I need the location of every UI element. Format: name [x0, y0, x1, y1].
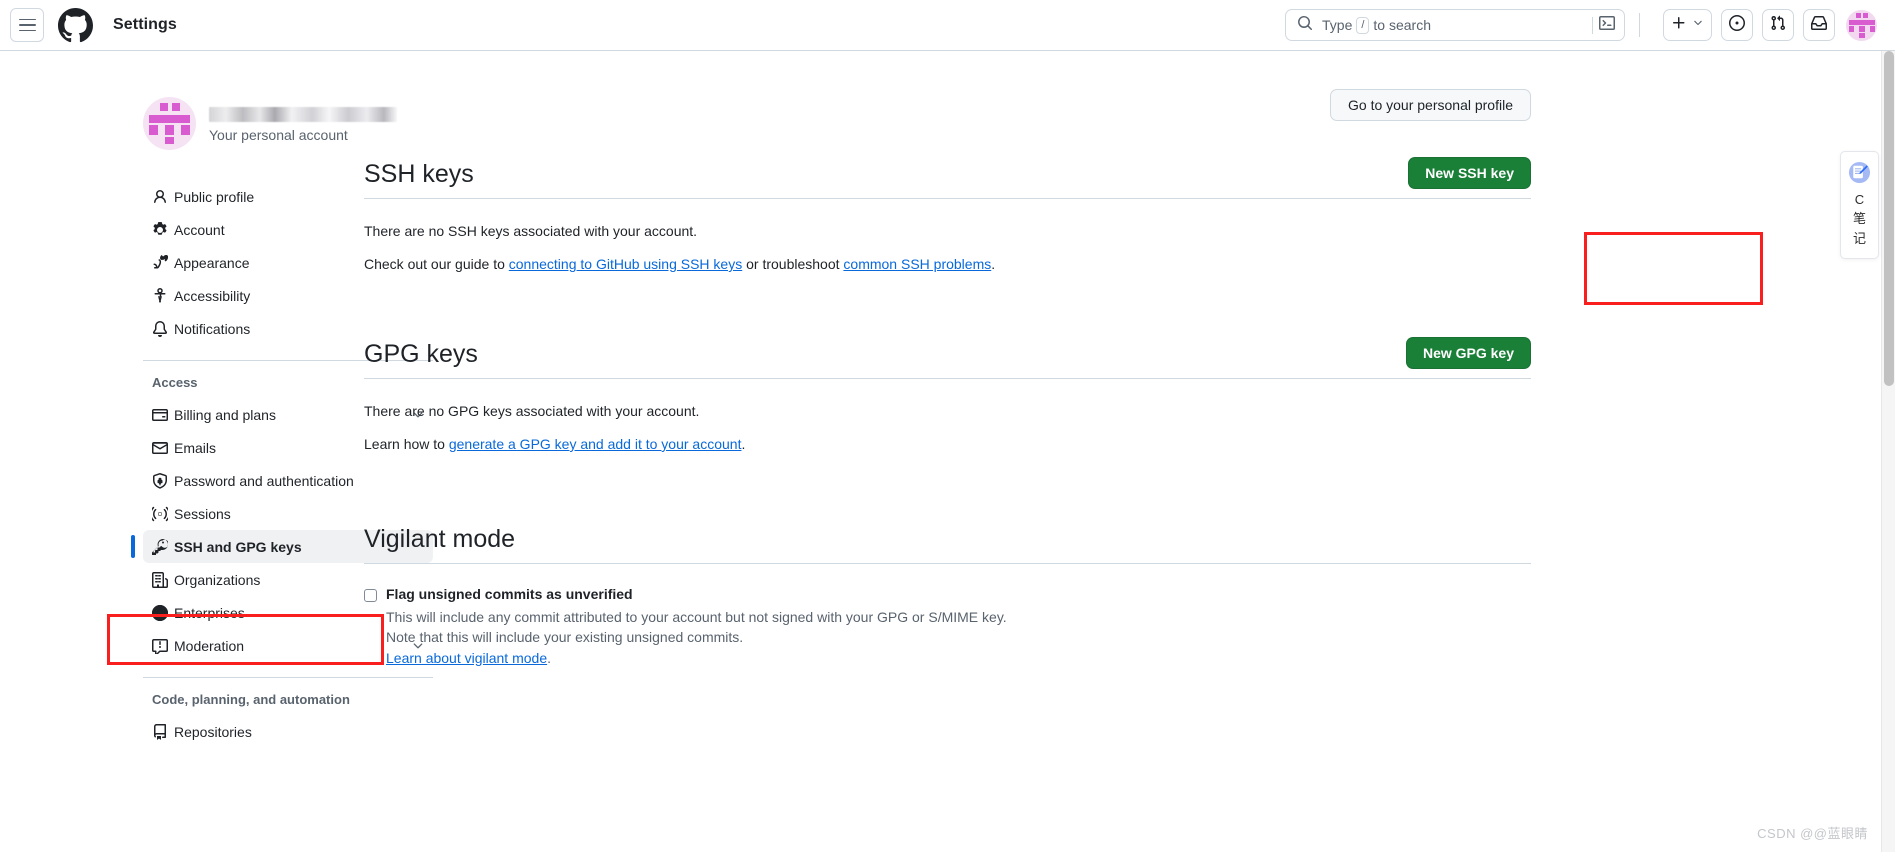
gpg-learn-prefix: Learn how to	[364, 436, 449, 452]
ssh-guide-text: Check out our guide to connecting to Git…	[364, 254, 1531, 275]
ssh-keys-body: There are no SSH keys associated with yo…	[364, 199, 1531, 275]
widget-label-line-2: 笔	[1852, 211, 1866, 227]
page-title: Settings	[113, 16, 177, 33]
terminal-icon[interactable]	[1599, 15, 1615, 36]
credit-card-icon	[152, 407, 174, 423]
vigilant-note-line-2: Note that this will include your existin…	[386, 629, 744, 646]
ssh-keys-title: SSH keys	[364, 160, 474, 188]
divider	[1592, 16, 1593, 34]
widget-label-line-3: 记	[1852, 230, 1866, 246]
hamburger-icon[interactable]	[10, 8, 44, 42]
avatar[interactable]	[1846, 9, 1877, 41]
search-icon	[1297, 15, 1313, 36]
accessibility-icon	[152, 287, 174, 304]
paintbrush-icon	[152, 254, 174, 271]
scrollbar-thumb[interactable]	[1884, 51, 1894, 386]
page-scrollbar[interactable]	[1881, 51, 1895, 852]
new-gpg-key-button[interactable]: New GPG key	[1405, 337, 1531, 369]
sidebar-group-title-code-planning-automation: Code, planning, and automation	[152, 692, 350, 707]
flag-unsigned-commits-label: Flag unsigned commits as unverified	[386, 586, 633, 602]
gpg-keys-section-header: GPG keys New GPG key	[364, 337, 1531, 379]
avatar[interactable]	[143, 97, 196, 150]
vigilant-mode-title: Vigilant mode	[364, 525, 516, 553]
plus-icon	[1671, 15, 1687, 36]
vigilant-mode-section-header: Vigilant mode	[364, 524, 1531, 564]
csdn-notes-widget[interactable]: C 笔 记	[1840, 151, 1879, 259]
page-body: Your personal account Public profile Acc…	[0, 51, 1895, 852]
profile-button-row: Go to your personal profile	[364, 89, 1531, 121]
notifications-inbox-button[interactable]	[1803, 9, 1835, 41]
go-to-personal-profile-button[interactable]: Go to your personal profile	[1330, 89, 1531, 121]
generate-gpg-key-link[interactable]: generate a GPG key and add it to your ac…	[449, 436, 742, 452]
ssh-guide-middle: or troubleshoot	[742, 256, 844, 272]
vigilant-mode-body: Flag unsigned commits as unverified This…	[364, 564, 1531, 668]
sidebar-group-title-access: Access	[152, 375, 198, 390]
gpg-keys-title: GPG keys	[364, 340, 478, 368]
widget-label-line-1: C	[1854, 192, 1865, 207]
ssh-guide-link[interactable]: connecting to GitHub using SSH keys	[509, 256, 742, 272]
ssh-guide-prefix: Check out our guide to	[364, 256, 509, 272]
github-logo-icon[interactable]	[58, 7, 93, 43]
slash-key-hint: /	[1356, 16, 1370, 34]
git-pull-request-icon	[1770, 15, 1786, 36]
organization-icon	[152, 571, 174, 588]
chevron-down-icon	[1692, 16, 1704, 34]
inbox-icon	[1811, 15, 1827, 36]
header-right-group: Type / to search	[1285, 9, 1877, 41]
shield-lock-icon	[152, 472, 174, 489]
user-avatar-identicon	[143, 97, 196, 150]
gpg-learn-text: Learn how to generate a GPG key and add …	[364, 434, 1531, 455]
vigilant-learn-row: Learn about vigilant mode.	[386, 648, 1007, 668]
vigilant-learn-suffix: .	[547, 649, 551, 666]
bell-icon	[152, 320, 174, 337]
ssh-empty-text: There are no SSH keys associated with yo…	[364, 223, 698, 239]
repo-icon	[152, 723, 174, 740]
app-header: Settings Type / to search	[0, 0, 1895, 51]
ssh-keys-section-header: SSH keys New SSH key	[364, 157, 1531, 199]
user-avatar-identicon	[1846, 10, 1877, 41]
main-content: Go to your personal profile SSH keys New…	[364, 51, 1895, 852]
search-placeholder: Type / to search	[1322, 16, 1432, 34]
vigilant-note-line-1: This will include any commit attributed …	[386, 609, 1007, 625]
gpg-learn-suffix: .	[741, 436, 746, 452]
common-ssh-problems-link[interactable]: common SSH problems	[843, 256, 991, 272]
note-pen-icon	[1848, 161, 1871, 189]
person-icon	[152, 189, 174, 205]
ssh-guide-suffix: .	[991, 256, 996, 272]
issues-button[interactable]	[1721, 9, 1753, 41]
mail-icon	[152, 440, 174, 456]
flag-unsigned-commits-checkbox[interactable]	[364, 589, 377, 602]
divider	[1639, 13, 1640, 37]
report-icon	[152, 638, 174, 654]
csdn-watermark: CSDN @@蓝眼睛	[1757, 826, 1868, 841]
pull-requests-button[interactable]	[1762, 9, 1794, 41]
issue-opened-icon	[1729, 14, 1745, 36]
key-icon	[152, 538, 174, 555]
gpg-keys-body: There are no GPG keys associated with yo…	[364, 379, 1531, 455]
create-new-button[interactable]	[1663, 9, 1712, 41]
learn-about-vigilant-mode-link[interactable]: Learn about vigilant mode	[386, 650, 547, 666]
gear-icon	[152, 221, 174, 238]
gpg-empty-text: There are no GPG keys associated with yo…	[364, 403, 700, 419]
broadcast-icon	[152, 506, 174, 522]
search-input[interactable]: Type / to search	[1285, 9, 1625, 41]
globe-icon	[152, 604, 174, 621]
new-ssh-key-button[interactable]: New SSH key	[1408, 157, 1531, 189]
account-summary: Your personal account	[143, 97, 397, 150]
settings-sidebar: Your personal account Public profile Acc…	[0, 51, 433, 852]
